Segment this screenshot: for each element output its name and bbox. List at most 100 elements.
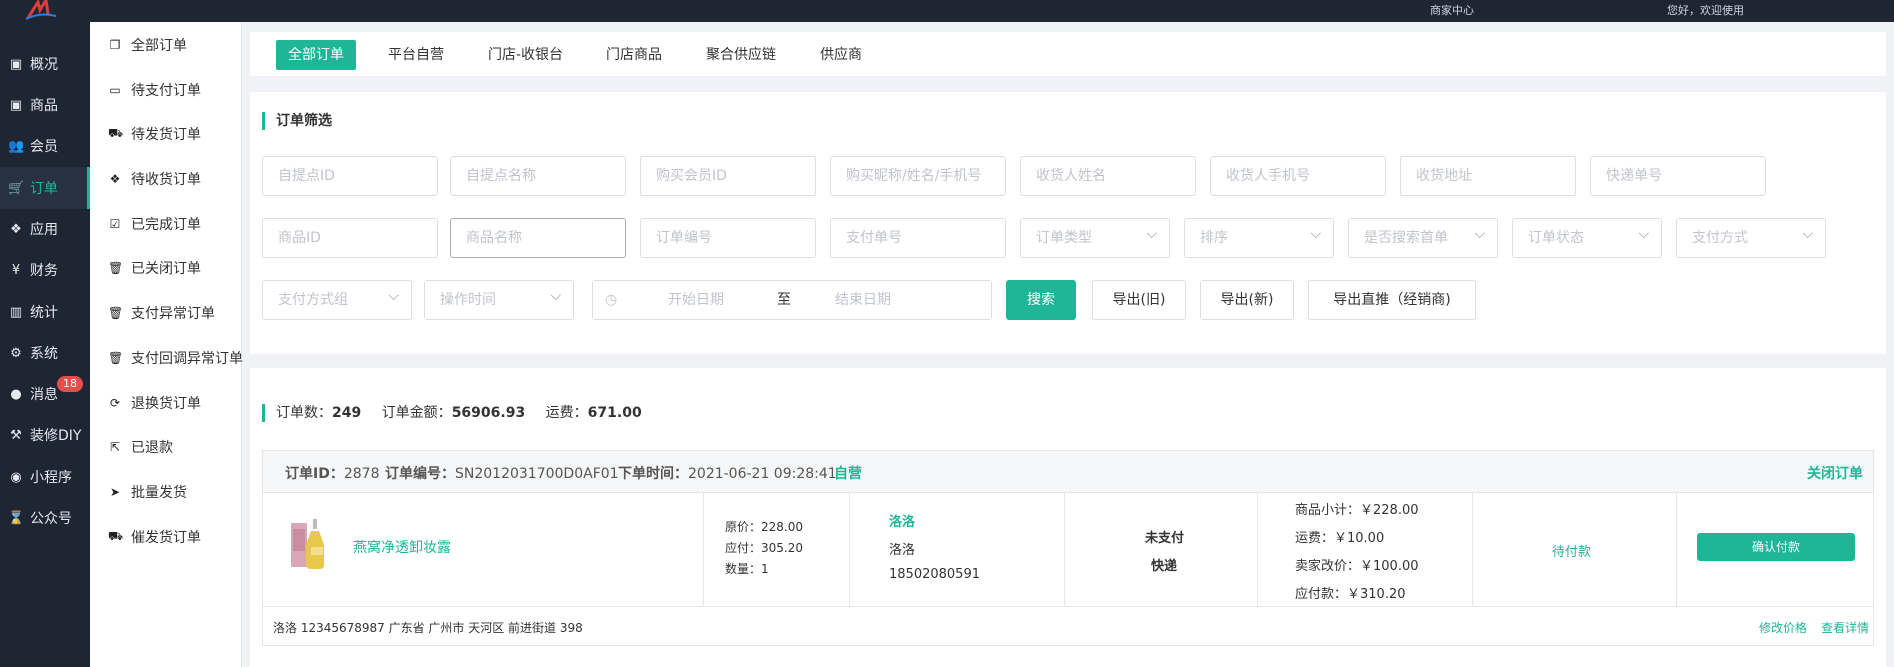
tab-supplier[interactable]: 供应商 — [808, 40, 874, 70]
tab-all-orders[interactable]: 全部订单 — [276, 40, 356, 70]
sidebar-item-overview[interactable]: ▣ 概况 — [0, 44, 90, 84]
sort-select[interactable]: 排序 — [1184, 215, 1334, 258]
tab-store-goods[interactable]: 门店商品 — [594, 40, 674, 70]
sidebar-item-miniprogram[interactable]: ◉ 小程序 — [0, 457, 90, 497]
sidebar-item-apps[interactable]: ❖ 应用 — [0, 209, 90, 249]
subnav-all-orders[interactable]: ❐ 全部订单 — [108, 33, 187, 57]
subnav-urge-shipping[interactable]: ⛟ 催发货订单 — [108, 525, 201, 549]
hourglass-icon: ⌛ — [8, 510, 25, 526]
date-end-input[interactable]: 结束日期 — [835, 281, 891, 319]
cart-icon: 🛒 — [8, 180, 25, 196]
date-range-picker[interactable]: ◷ 开始日期 至 结束日期 — [592, 280, 992, 320]
order-id: 2878 — [343, 466, 380, 482]
subnav-pending-receipt[interactable]: ❖ 待收货订单 — [108, 167, 201, 191]
order-sn-input[interactable]: 订单编号 — [640, 218, 816, 258]
subnav-completed[interactable]: ☑ 已完成订单 — [108, 212, 201, 236]
box-icon: ▣ — [9, 97, 23, 113]
receiver-name-input[interactable]: 收货人姓名 — [1020, 156, 1196, 196]
order-count: 249 — [332, 405, 362, 421]
shipping-address: 洛洛 12345678987 广东省 广州市 天河区 前进街道 398 — [273, 621, 583, 635]
sidebar-item-stats[interactable]: ▥ 统计 — [0, 292, 90, 332]
pay-method-group-select[interactable]: 支付方式组 — [262, 277, 412, 320]
sidebar-item-orders[interactable]: 🛒 订单 — [0, 167, 90, 209]
logo-icon[interactable] — [24, 0, 58, 20]
receiver-address-input[interactable]: 收货地址 — [1400, 156, 1576, 196]
gavel-icon: ⚒ — [10, 427, 22, 443]
product-name-link[interactable]: 燕窝净透卸妆露 — [353, 537, 451, 557]
goods-name-input[interactable]: 商品名称 — [450, 218, 626, 258]
subnav-callback-error[interactable]: 🗑 支付回调异常订单 — [108, 346, 243, 370]
subnav-returns[interactable]: ⟳ 退换货订单 — [108, 391, 201, 415]
pay-sn-input[interactable]: 支付单号 — [830, 218, 1006, 258]
share-icon: ⇱ — [109, 440, 121, 454]
bar-chart-icon: ▥ — [9, 304, 23, 320]
edit-price-link[interactable]: 修改价格 — [1759, 619, 1807, 636]
goods-id-input[interactable]: 商品ID — [262, 218, 438, 258]
buyer-link[interactable]: 洛洛 — [889, 511, 915, 530]
operation-time-select[interactable]: 操作时间 — [424, 277, 574, 320]
date-separator: 至 — [777, 292, 791, 308]
subnav-payment-error[interactable]: 🗑 支付异常订单 — [108, 301, 215, 325]
search-button[interactable]: 搜索 — [1006, 280, 1076, 320]
sidebar-item-members[interactable]: 👥 会员 — [0, 126, 90, 166]
first-order-select[interactable]: 是否搜索首单 — [1348, 215, 1498, 258]
check-square-icon: ☑ — [109, 217, 121, 231]
order-status: 待付款 — [1552, 545, 1592, 560]
tab-supply-chain[interactable]: 聚合供应链 — [694, 40, 788, 70]
order-status-select[interactable]: 订单状态 — [1512, 215, 1662, 258]
order-amount: 56906.93 — [451, 405, 526, 421]
credit-card-icon: ▭ — [109, 83, 121, 97]
member-id-input[interactable]: 购买会员ID — [640, 156, 816, 196]
sidebar-item-finance[interactable]: ¥ 财务 — [0, 250, 90, 290]
trash-icon: 🗑 — [108, 351, 124, 365]
product-image[interactable] — [289, 517, 335, 571]
pickup-id-input[interactable]: 自提点ID — [262, 156, 438, 196]
export-old-button[interactable]: 导出(旧) — [1092, 280, 1186, 320]
view-detail-link[interactable]: 查看详情 — [1821, 619, 1869, 636]
tab-platform[interactable]: 平台自营 — [376, 40, 456, 70]
close-order-link[interactable]: 关闭订单 — [1807, 463, 1863, 483]
pickup-name-input[interactable]: 自提点名称 — [450, 156, 626, 196]
header-user[interactable]: 您好，欢迎使用 — [1667, 2, 1744, 18]
confirm-payment-button[interactable]: 确认付款 — [1697, 533, 1855, 561]
sidebar-item-goods[interactable]: ▣ 商品 — [0, 85, 90, 125]
truck-icon: ⛟ — [108, 126, 124, 140]
receiver-phone-input[interactable]: 收货人手机号 — [1210, 156, 1386, 196]
order-card: 订单ID：2878 订单编号：SN2012031700D0AF01 下单时间：2… — [262, 450, 1874, 646]
send-icon: ➤ — [109, 485, 121, 499]
column-divider — [1064, 493, 1065, 607]
subnav-pending-shipment[interactable]: ⛟ 待发货订单 — [108, 122, 201, 146]
users-icon: 👥 — [8, 138, 25, 154]
subnav-refunded[interactable]: ⇱ 已退款 — [108, 435, 173, 459]
export-new-button[interactable]: 导出(新) — [1200, 280, 1294, 320]
date-start-input[interactable]: 开始日期 — [668, 281, 724, 319]
self-operated-tag: 自营 — [834, 466, 862, 482]
chat-icon: ● — [10, 386, 22, 402]
order-type-select[interactable]: 订单类型 — [1020, 215, 1170, 258]
amount-payable: 应付款：￥310.20 — [1295, 587, 1406, 602]
order-row: 燕窝净透卸妆露 原价：228.00 应付：305.20 数量：1 洛洛 洛洛 1… — [263, 493, 1873, 607]
export-direct-button[interactable]: 导出直推（经销商) — [1308, 280, 1476, 320]
buyer-search-input[interactable]: 购买昵称/姓名/手机号 — [830, 156, 1006, 196]
order-subnav: ❐ 全部订单 ▭ 待支付订单 ⛟ 待发货订单 ❖ 待收货订单 ☑ 已完成订单 🗑 已关闭订单… — [90, 22, 243, 667]
column-divider — [1472, 493, 1473, 607]
tab-store-cashier[interactable]: 门店-收银台 — [476, 40, 575, 70]
tracking-number-input[interactable]: 快递单号 — [1590, 156, 1766, 196]
payment-status: 未支付 — [1145, 531, 1185, 546]
trash-icon: 🗑 — [108, 306, 124, 320]
seller-adjust: 卖家改价：￥100.00 — [1295, 559, 1419, 574]
copy-icon: ❐ — [109, 38, 121, 52]
cubes-icon: ❖ — [10, 221, 22, 237]
header-link[interactable]: 商家中心 — [1430, 2, 1474, 18]
subnav-closed[interactable]: 🗑 已关闭订单 — [108, 256, 201, 280]
sidebar-item-messages[interactable]: ● 消息 18 — [0, 374, 90, 414]
order-footer: 洛洛 12345678987 广东省 广州市 天河区 前进街道 398 修改价格… — [263, 607, 1873, 647]
sidebar-item-diy[interactable]: ⚒ 装修DIY — [0, 415, 90, 455]
subnav-pending-payment[interactable]: ▭ 待支付订单 — [108, 78, 201, 102]
sidebar-item-official-account[interactable]: ⌛ 公众号 — [0, 498, 90, 538]
subnav-batch-shipping[interactable]: ➤ 批量发货 — [108, 480, 187, 504]
sidebar-item-system[interactable]: ⚙ 系统 — [0, 333, 90, 373]
column-divider — [849, 493, 850, 607]
pay-method-select[interactable]: 支付方式 — [1676, 215, 1826, 258]
gears-icon: ⚙ — [10, 345, 22, 361]
